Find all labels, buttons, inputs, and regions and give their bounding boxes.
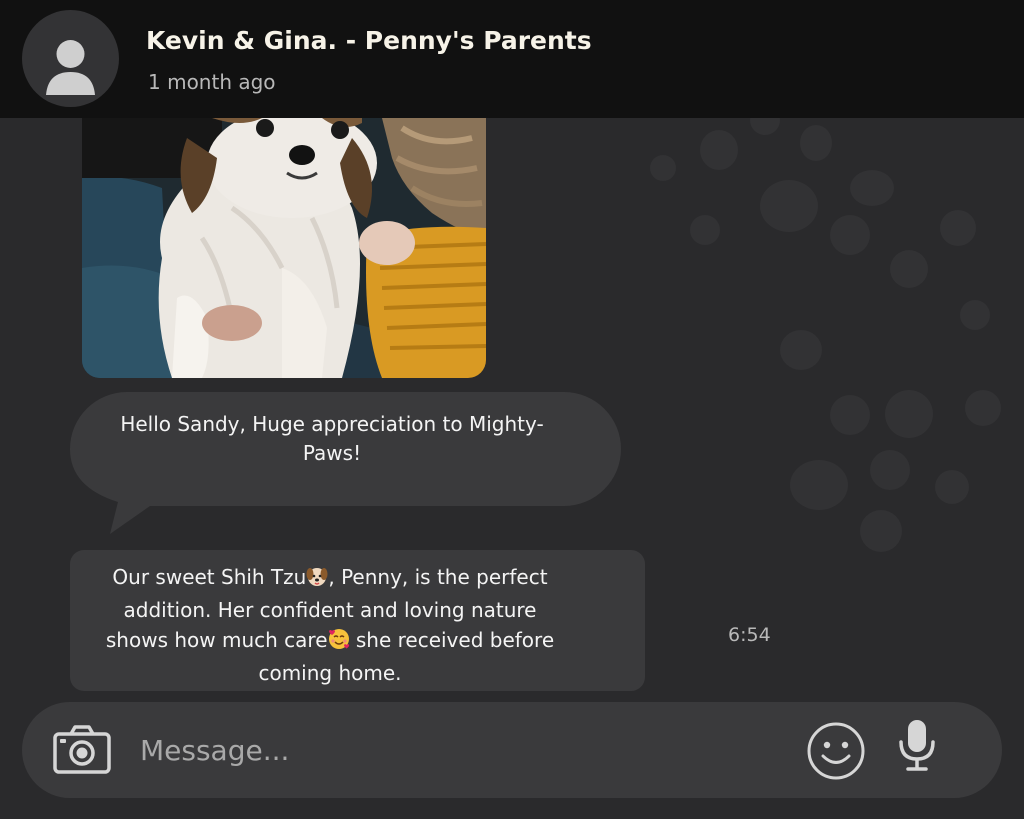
message-bubble-text: Our sweet Shih Tzu, Penny, is the perfec… [105, 565, 555, 685]
person-icon [46, 40, 95, 95]
smiling-face-with-hearts-emoji [328, 628, 350, 658]
message-input[interactable] [140, 725, 740, 775]
message-bubble-text: Hello Sandy, Huge appreciation to Mighty… [120, 412, 544, 465]
chat-screen: Hello Sandy, Huge appreciation to Mighty… [0, 0, 1024, 819]
dog-face-emoji [306, 565, 328, 595]
emoji-icon[interactable] [806, 721, 866, 781]
camera-icon[interactable] [52, 724, 112, 776]
message-timestamp: 6:54 [728, 624, 771, 646]
contact-name[interactable]: Kevin & Gina. - Penny's Parents [146, 26, 592, 55]
microphone-icon[interactable] [896, 718, 938, 772]
last-seen-status: 1 month ago [148, 70, 276, 94]
chat-header: Kevin & Gina. - Penny's Parents 1 month … [0, 0, 1024, 118]
avatar[interactable] [22, 10, 119, 107]
puppy-photo[interactable] [82, 118, 486, 378]
